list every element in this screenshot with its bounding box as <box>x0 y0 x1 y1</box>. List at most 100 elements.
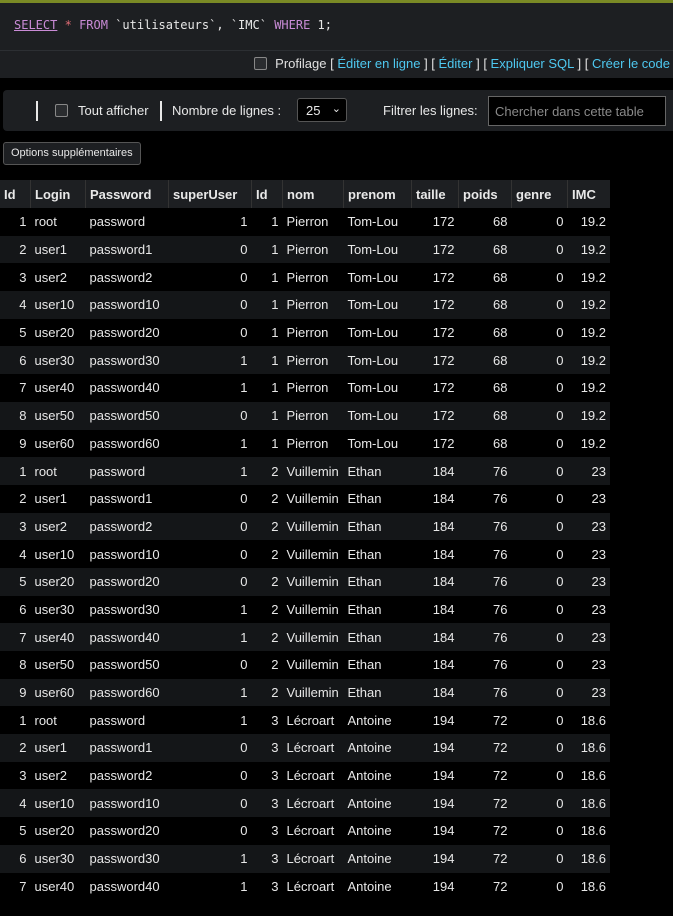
cell-genre: 0 <box>511 651 568 679</box>
cell-poids: 76 <box>458 595 512 624</box>
cell-imc: 23 <box>567 457 610 485</box>
filter-input[interactable] <box>488 96 666 126</box>
column-header-superuser[interactable]: superUser <box>168 180 252 208</box>
table-row[interactable]: 8 user50 password50 0 1 Pierron Tom-Lou 172 68 0 1… <box>0 401 610 430</box>
cell-login: root <box>30 706 86 735</box>
table-row[interactable]: 3 user2 password2 0 3 Lécroart Antoine 194 72 0 18… <box>0 761 610 790</box>
table-row[interactable]: 4 user10 password10 0 1 Pierron Tom-Lou 172 68 0 1… <box>0 291 610 319</box>
extra-options-button[interactable]: Options supplémentaires <box>3 142 141 165</box>
create-code-link[interactable]: Créer le code <box>592 56 670 71</box>
cell-nom: Pierron <box>282 263 344 292</box>
cell-nom: Vuillemin <box>282 484 344 513</box>
table-row[interactable]: 1 root password 1 1 Pierron Tom-Lou 172 68 0 19.2 <box>0 208 610 236</box>
cell-password: password40 <box>85 623 169 651</box>
table-row[interactable]: 1 root password 1 3 Lécroart Antoine 194 72 0 18.6 <box>0 706 610 735</box>
cell-taille: 172 <box>411 291 459 319</box>
table-row[interactable]: 5 user20 password20 0 1 Pierron Tom-Lou 172 68 0 1… <box>0 318 610 347</box>
cell-password: password1 <box>85 484 169 513</box>
cell-id: 6 <box>0 844 31 873</box>
cell-login: user40 <box>30 872 86 901</box>
table-row[interactable]: 4 user10 password10 0 2 Vuillemin Ethan 184 76 0 2… <box>0 540 610 568</box>
cell-imc: 23 <box>567 567 610 596</box>
column-header-nom[interactable]: nom <box>282 180 344 208</box>
cell-imc-id: 2 <box>251 678 283 707</box>
column-header-imc-id[interactable]: Id <box>251 180 283 208</box>
table-row[interactable]: 3 user2 password2 0 2 Vuillemin Ethan 184 76 0 23 <box>0 512 610 541</box>
cell-nom: Vuillemin <box>282 623 344 651</box>
cell-imc-id: 2 <box>251 595 283 624</box>
table-row[interactable]: 6 user30 password30 1 2 Vuillemin Ethan 184 76 0 2… <box>0 595 610 624</box>
cell-password: password60 <box>85 678 169 707</box>
cell-taille: 172 <box>411 263 459 292</box>
rows-count-select[interactable]: 25 ⌄ <box>297 98 347 122</box>
table-row[interactable]: 2 user1 password1 0 3 Lécroart Antoine 194 72 0 18… <box>0 734 610 762</box>
column-header-prenom[interactable]: prenom <box>343 180 412 208</box>
cell-login: user50 <box>30 651 86 679</box>
cell-imc-id: 2 <box>251 623 283 651</box>
column-header-taille[interactable]: taille <box>411 180 459 208</box>
cell-poids: 76 <box>458 484 512 513</box>
table-row[interactable]: 5 user20 password20 0 3 Lécroart Antoine 194 72 0… <box>0 817 610 845</box>
table-row[interactable]: 4 user10 password10 0 3 Lécroart Antoine 194 72 0… <box>0 789 610 818</box>
cell-superuser: 0 <box>168 817 252 845</box>
sql-keyword-from: FROM <box>79 18 108 32</box>
cell-poids: 76 <box>458 651 512 679</box>
cell-id: 5 <box>0 817 31 845</box>
table-row[interactable]: 9 user60 password60 1 2 Vuillemin Ethan 184 76 0 2… <box>0 678 610 707</box>
explain-sql-link[interactable]: Expliquer SQL <box>491 56 574 71</box>
table-row[interactable]: 7 user40 password40 1 2 Vuillemin Ethan 184 76 0 2… <box>0 623 610 651</box>
chevron-down-icon: ⌄ <box>331 103 341 115</box>
table-row[interactable]: 2 user1 password1 0 2 Vuillemin Ethan 184 76 0 23 <box>0 484 610 513</box>
table-row[interactable]: 1 root password 1 2 Vuillemin Ethan 184 76 0 23 <box>0 457 610 485</box>
separator <box>36 101 38 121</box>
show-all-checkbox[interactable] <box>55 104 68 117</box>
cell-genre: 0 <box>511 734 568 762</box>
cell-id: 7 <box>0 623 31 651</box>
cell-taille: 194 <box>411 817 459 845</box>
cell-nom: Lécroart <box>282 872 344 901</box>
edit-inline-link[interactable]: Éditer en ligne <box>337 56 420 71</box>
table-row[interactable]: 5 user20 password20 0 2 Vuillemin Ethan 184 76 0 2… <box>0 567 610 596</box>
table-row[interactable]: 3 user2 password2 0 1 Pierron Tom-Lou 172 68 0 19.… <box>0 263 610 292</box>
column-header-password[interactable]: Password <box>85 180 169 208</box>
cell-genre: 0 <box>511 208 568 236</box>
sql-query-box[interactable]: SELECT * FROM `utilisateurs`, `IMC` WHER… <box>0 3 673 51</box>
cell-superuser: 1 <box>168 595 252 624</box>
cell-login: user30 <box>30 595 86 624</box>
table-row[interactable]: 7 user40 password40 1 1 Pierron Tom-Lou 172 68 0 1… <box>0 374 610 402</box>
column-header-imc[interactable]: IMC <box>567 180 610 208</box>
cell-imc-id: 1 <box>251 401 283 430</box>
cell-imc-id: 2 <box>251 457 283 485</box>
table-row[interactable]: 9 user60 password60 1 1 Pierron Tom-Lou 172 68 0 1… <box>0 429 610 458</box>
cell-nom: Pierron <box>282 291 344 319</box>
table-row[interactable]: 8 user50 password50 0 2 Vuillemin Ethan 184 76 0 2… <box>0 651 610 679</box>
column-header-genre[interactable]: genre <box>511 180 568 208</box>
cell-taille: 184 <box>411 623 459 651</box>
cell-password: password30 <box>85 595 169 624</box>
profilage-checkbox[interactable] <box>254 57 268 70</box>
column-header-id[interactable]: Id <box>0 180 31 208</box>
cell-imc: 18.6 <box>567 872 610 901</box>
cell-imc-id: 1 <box>251 374 283 402</box>
column-header-poids[interactable]: poids <box>458 180 512 208</box>
cell-superuser: 0 <box>168 789 252 818</box>
cell-prenom: Tom-Lou <box>343 318 412 347</box>
table-row[interactable]: 6 user30 password30 1 3 Lécroart Antoine 194 72 0… <box>0 844 610 873</box>
edit-link[interactable]: Éditer <box>439 56 473 71</box>
cell-poids: 68 <box>458 401 512 430</box>
cell-taille: 194 <box>411 789 459 818</box>
cell-taille: 184 <box>411 567 459 596</box>
column-header-login[interactable]: Login <box>30 180 86 208</box>
cell-imc-id: 3 <box>251 761 283 790</box>
cell-login: user30 <box>30 844 86 873</box>
table-row[interactable]: 6 user30 password30 1 1 Pierron Tom-Lou 172 68 0 1… <box>0 346 610 375</box>
cell-imc: 23 <box>567 678 610 707</box>
cell-login: user1 <box>30 235 86 264</box>
cell-imc: 19.2 <box>567 263 610 292</box>
table-row[interactable]: 7 user40 password40 1 3 Lécroart Antoine 194 72 0… <box>0 872 610 901</box>
cell-poids: 68 <box>458 318 512 347</box>
table-row[interactable]: 2 user1 password1 0 1 Pierron Tom-Lou 172 68 0 19.… <box>0 235 610 264</box>
cell-superuser: 0 <box>168 291 252 319</box>
cell-nom: Vuillemin <box>282 540 344 568</box>
sql-table-2: `IMC` <box>230 18 267 32</box>
